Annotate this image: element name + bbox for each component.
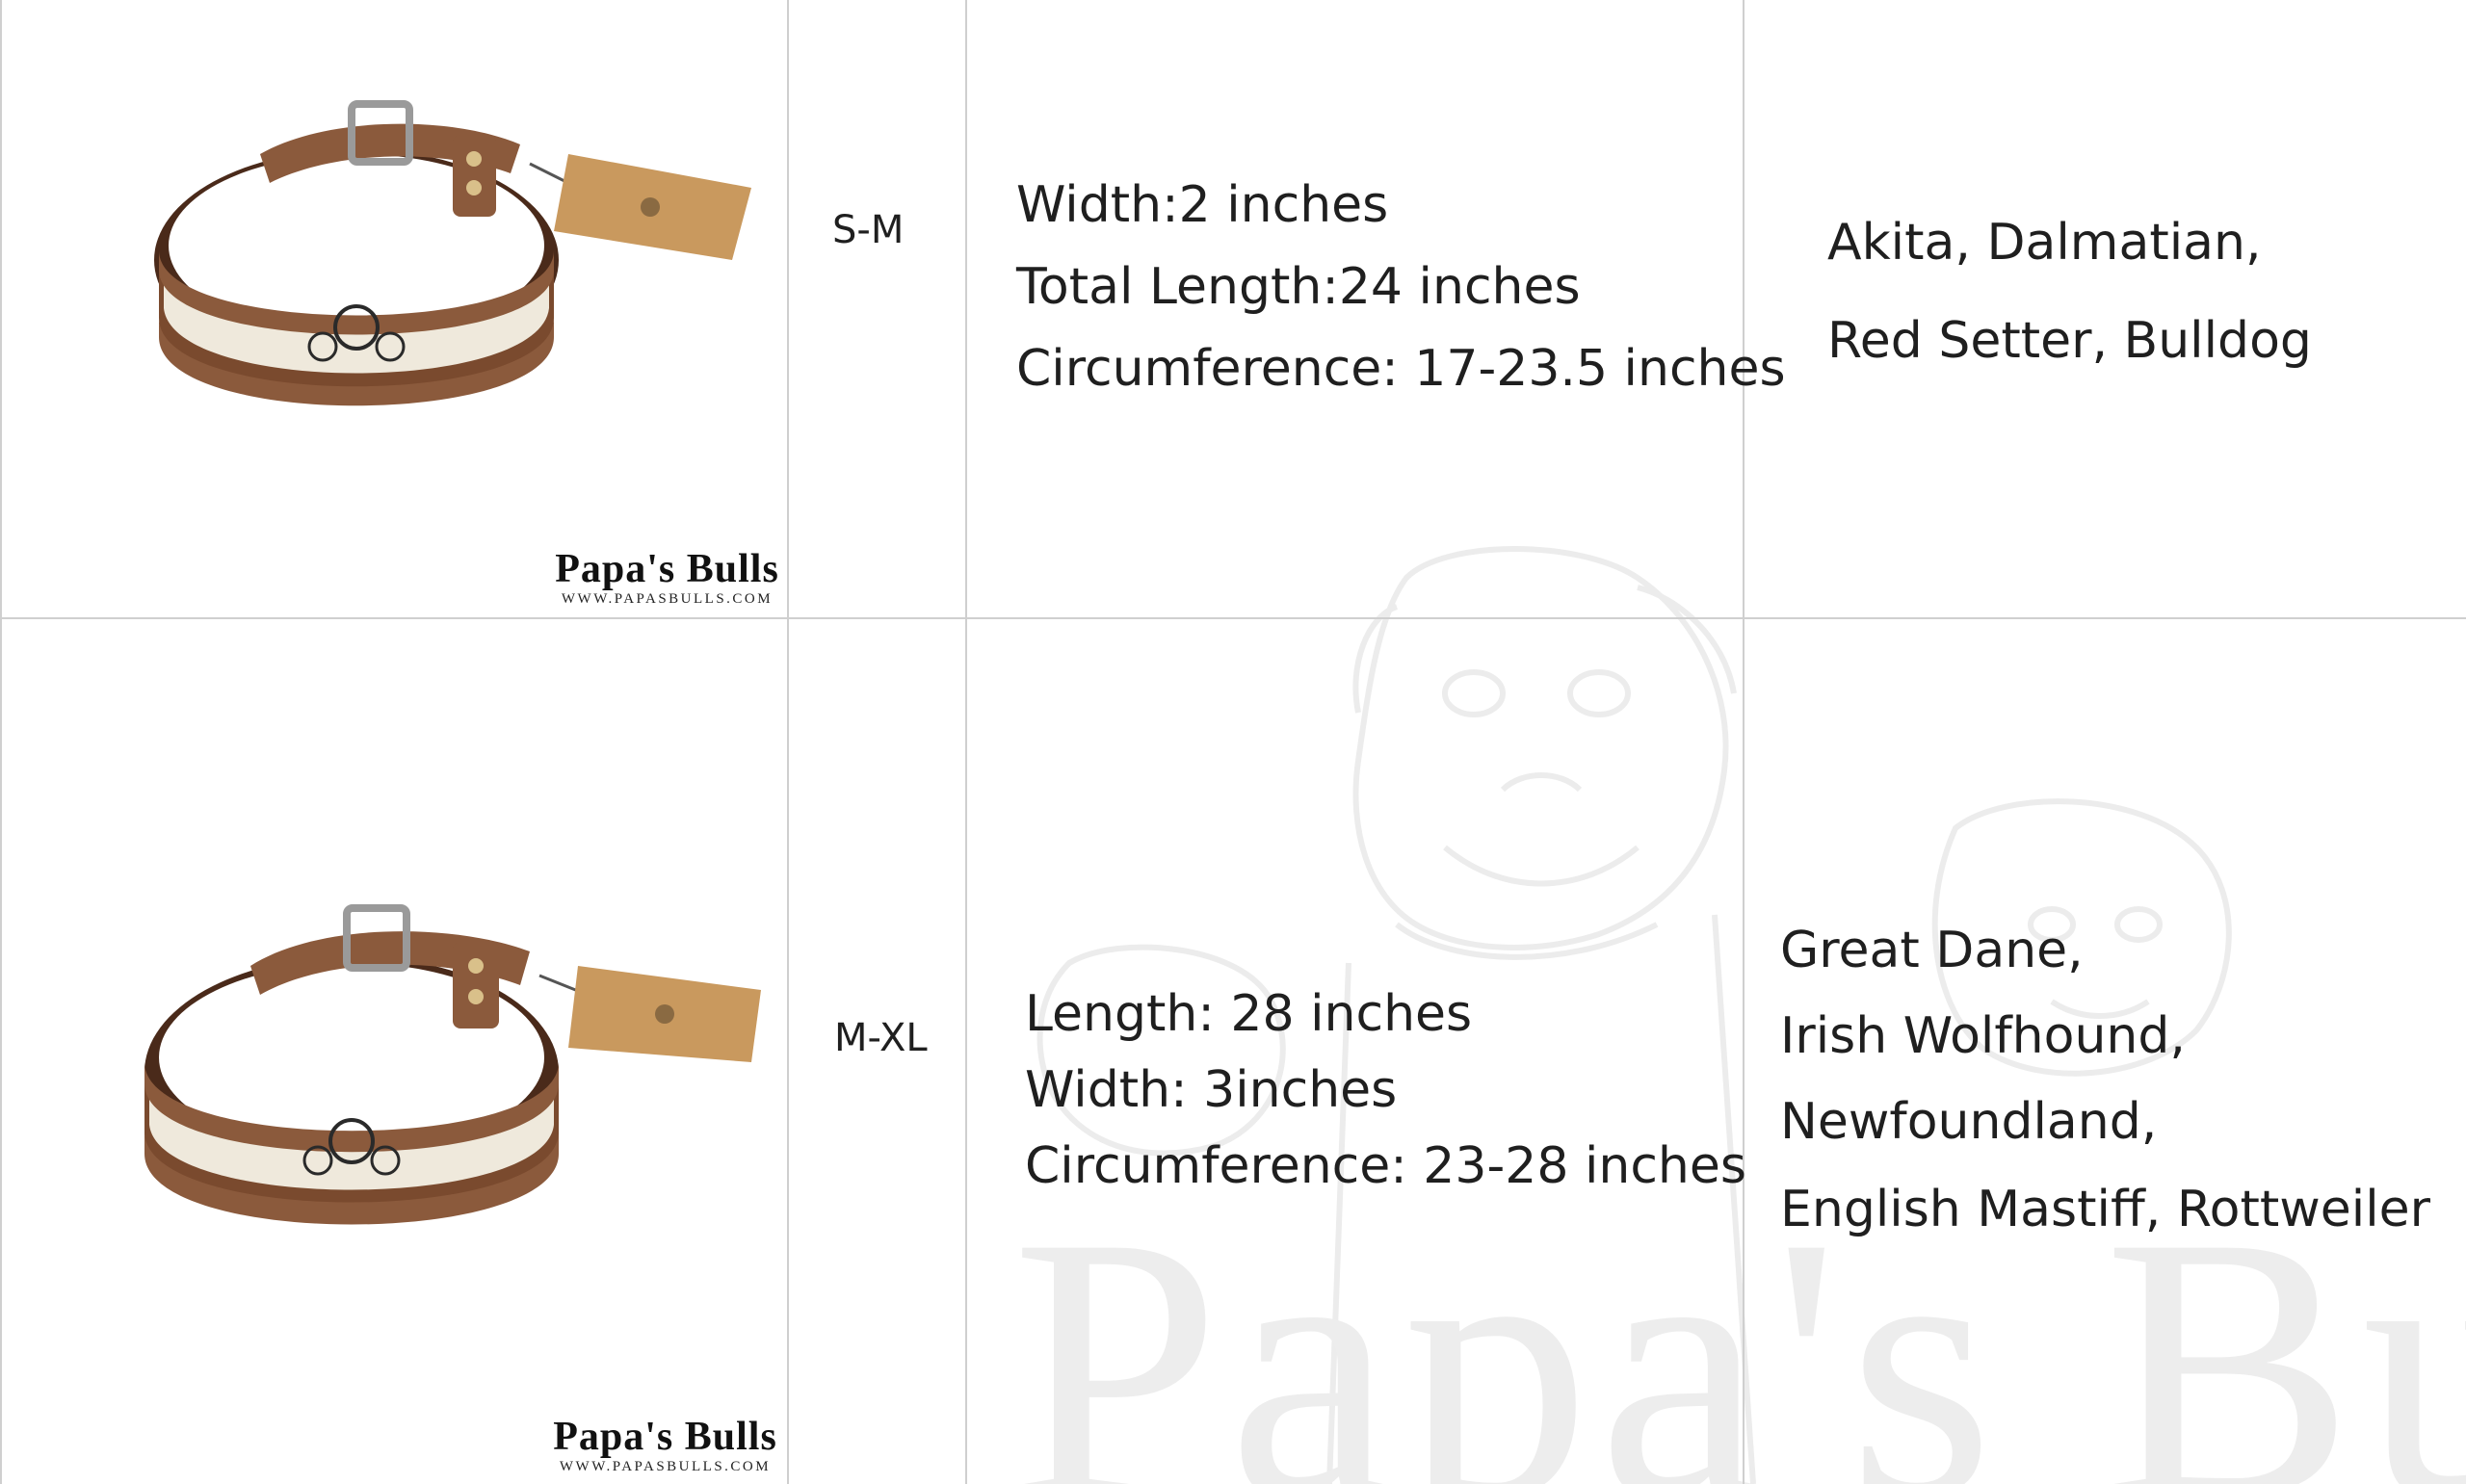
logo-url: WWW.PAPASBULLS.COM (559, 1459, 772, 1474)
spec-line: Length: 28 inches (1025, 985, 1473, 1043)
breed-line: Newfoundland, (1780, 1093, 2158, 1151)
breed-line: English Mastiff, Rottweiler (1780, 1181, 2431, 1238)
breed-line: Great Dane, (1780, 922, 2084, 979)
spec-line: Circumference: 17-23.5 inches (1016, 340, 1786, 398)
logo-url: WWW.PAPASBULLS.COM (561, 591, 774, 607)
logo-wordmark: Papa's Bulls (554, 549, 780, 589)
spec-line: Width: 3inches (1025, 1061, 1398, 1119)
size-chart-page: Papa's Bulls (0, 0, 2466, 1484)
logo-second-word: Bulls (686, 547, 779, 591)
spec-line: Total Length:24 inches (1016, 258, 1581, 316)
logo-first-word: Papa's (553, 1415, 674, 1459)
spec-line: Circumference: 23-28 inches (1025, 1137, 1746, 1195)
size-label: S-M (832, 208, 905, 252)
breed-line: Akita, Dalmatian, (1827, 214, 2262, 272)
brand-logo: Papa's Bulls WWW.PAPASBULLS.COM (554, 549, 780, 608)
brand-logo: Papa's Bulls WWW.PAPASBULLS.COM (552, 1417, 778, 1475)
price-tag-icon (538, 966, 761, 1062)
table-row: Papa's Bulls WWW.PAPASBULLS.COM M-XL Len… (0, 619, 2466, 1484)
logo-second-word: Bulls (684, 1415, 777, 1459)
logo-first-word: Papa's (555, 547, 676, 591)
collar-image (144, 904, 761, 1225)
logo-wordmark: Papa's Bulls (552, 1417, 778, 1457)
breed-line: Irish Wolfhound, (1780, 1007, 2186, 1065)
price-tag-icon (529, 154, 751, 260)
breed-line: Red Setter, Bulldog (1827, 312, 2312, 370)
spec-line: Width:2 inches (1016, 176, 1389, 234)
collar-image (154, 100, 751, 406)
size-label: M-XL (834, 1016, 928, 1060)
table-row: Papa's Bulls WWW.PAPASBULLS.COM S-M Widt… (0, 0, 2466, 617)
